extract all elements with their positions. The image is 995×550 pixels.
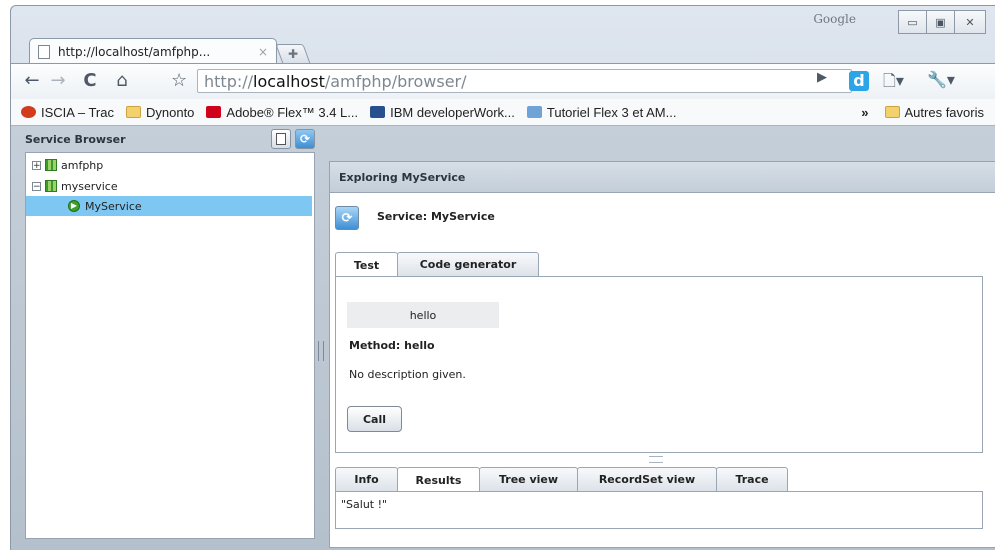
forward-arrow-icon[interactable]: → <box>47 70 69 92</box>
panel-splitter[interactable] <box>318 341 324 361</box>
url-path: /amfphp/browser/ <box>324 71 467 91</box>
go-arrow-icon[interactable]: ▶ <box>817 70 827 85</box>
bookmark-label: Tutoriel Flex 3 et AM... <box>546 104 677 120</box>
tree-item-label: MyService <box>85 199 142 213</box>
page-content: Service Browser ⟳ + amfphp − myservice ▶… <box>11 126 995 550</box>
method-description: No description given. <box>349 368 466 381</box>
page-menu-icon[interactable]: 🗋▾ <box>883 70 904 97</box>
new-tab-button[interactable]: ✚ <box>275 44 311 64</box>
browser-toolbar: ← → C ⌂ ☆ http://localhost/amfphp/browse… <box>11 63 995 100</box>
service-icon: ▶ <box>68 200 80 212</box>
tab-title: http://localhost/amfphp... <box>58 44 211 59</box>
url-prefix: http:// <box>204 71 254 91</box>
bookmark-tutoriel-flex[interactable]: Tutoriel Flex 3 et AM... <box>526 104 677 120</box>
wrench-menu-icon[interactable]: 🔧▾ <box>927 70 955 89</box>
resize-grip[interactable] <box>649 456 663 463</box>
tab-recordset-view[interactable]: RecordSet view <box>577 467 717 491</box>
method-hello-button[interactable]: hello <box>347 302 499 328</box>
document-icon <box>276 133 286 145</box>
bookmarks-overflow-icon[interactable]: » <box>861 105 868 120</box>
collapse-icon[interactable]: − <box>32 181 41 191</box>
tree-item-amfphp[interactable]: + amfphp <box>26 155 312 175</box>
bookmark-label: IBM developerWork... <box>390 104 515 120</box>
folder-icon <box>884 106 900 118</box>
browser-tab[interactable]: http://localhost/amfphp... × <box>29 38 277 64</box>
close-window-button[interactable]: ✕ <box>954 10 986 34</box>
url-host: localhost <box>253 71 325 91</box>
info-panel-button[interactable] <box>271 129 291 149</box>
window-controls: ▭ ▣ ✕ <box>898 10 986 34</box>
bookmark-adobe-flex[interactable]: Adobe® Flex™ 3.4 L... <box>206 105 358 120</box>
tab-tree-view[interactable]: Tree view <box>479 467 578 491</box>
tab-results[interactable]: Results <box>397 467 480 492</box>
explorer-title: Exploring MyService <box>339 170 466 184</box>
tab-test[interactable]: Test <box>335 252 398 278</box>
bookmark-iscia-trac[interactable]: ISCIA – Trac <box>21 105 114 120</box>
refresh-icon: ⟳ <box>299 132 311 146</box>
bookmark-dynonto[interactable]: Dynonto <box>125 104 195 120</box>
tree-item-MyService[interactable]: ▶ MyService <box>26 196 312 216</box>
tree-item-myservice[interactable]: − myservice <box>26 176 312 196</box>
results-panel <box>335 491 983 529</box>
maximize-button[interactable]: ▣ <box>926 10 955 34</box>
trac-icon <box>21 106 36 118</box>
page-icon <box>38 44 50 59</box>
result-text: "Salut !" <box>341 498 388 511</box>
call-button[interactable]: Call <box>347 406 402 432</box>
bookmark-label: Adobe® Flex™ 3.4 L... <box>226 104 359 120</box>
browser-window: Google ▭ ▣ ✕ http://localhost/amfphp... … <box>10 5 995 550</box>
bookmark-label: Dynonto <box>145 104 195 120</box>
tab-close-icon[interactable]: × <box>258 45 268 59</box>
bookmarks-bar: ISCIA – Trac Dynonto Adobe® Flex™ 3.4 L.… <box>11 99 995 126</box>
adobe-icon <box>206 106 222 118</box>
tree-item-label: amfphp <box>61 158 104 172</box>
address-bar[interactable]: http://localhost/amfphp/browser/ <box>197 69 852 93</box>
service-refresh-button[interactable]: ⟳ <box>335 206 359 230</box>
bookmark-ibm-developerworks[interactable]: IBM developerWork... <box>370 105 515 120</box>
ibm-icon <box>370 106 386 118</box>
refresh-button[interactable]: ⟳ <box>295 129 315 149</box>
plus-icon: ✚ <box>287 47 299 61</box>
other-bookmarks[interactable]: Autres favoris <box>884 104 984 120</box>
extension-d-icon[interactable]: d <box>849 71 869 91</box>
home-icon[interactable]: ⌂ <box>111 70 133 92</box>
flex-icon <box>526 106 542 118</box>
tab-trace[interactable]: Trace <box>716 467 788 491</box>
tree-item-label: myservice <box>61 179 118 193</box>
other-bookmarks-label: Autres favoris <box>904 104 984 120</box>
service-label: Service: MyService <box>377 210 495 223</box>
search-brand: Google <box>813 12 856 26</box>
refresh-icon: ⟳ <box>341 210 353 226</box>
tab-code-generator[interactable]: Code generator <box>397 252 539 276</box>
back-arrow-icon[interactable]: ← <box>21 70 43 92</box>
package-icon <box>45 180 57 192</box>
expand-icon[interactable]: + <box>32 160 41 170</box>
bookmark-label: ISCIA – Trac <box>41 104 114 120</box>
tab-info[interactable]: Info <box>335 467 398 491</box>
reload-icon[interactable]: C <box>79 70 101 92</box>
bookmark-star-icon[interactable]: ☆ <box>171 70 187 91</box>
method-label: Method: hello <box>349 339 435 352</box>
folder-icon <box>125 106 141 118</box>
package-icon <box>45 159 57 171</box>
service-tree: + amfphp − myservice ▶ MyService <box>25 152 315 539</box>
service-browser-header: Service Browser ⟳ <box>25 126 315 152</box>
minimize-button[interactable]: ▭ <box>898 10 927 34</box>
service-browser-title: Service Browser <box>25 132 126 146</box>
